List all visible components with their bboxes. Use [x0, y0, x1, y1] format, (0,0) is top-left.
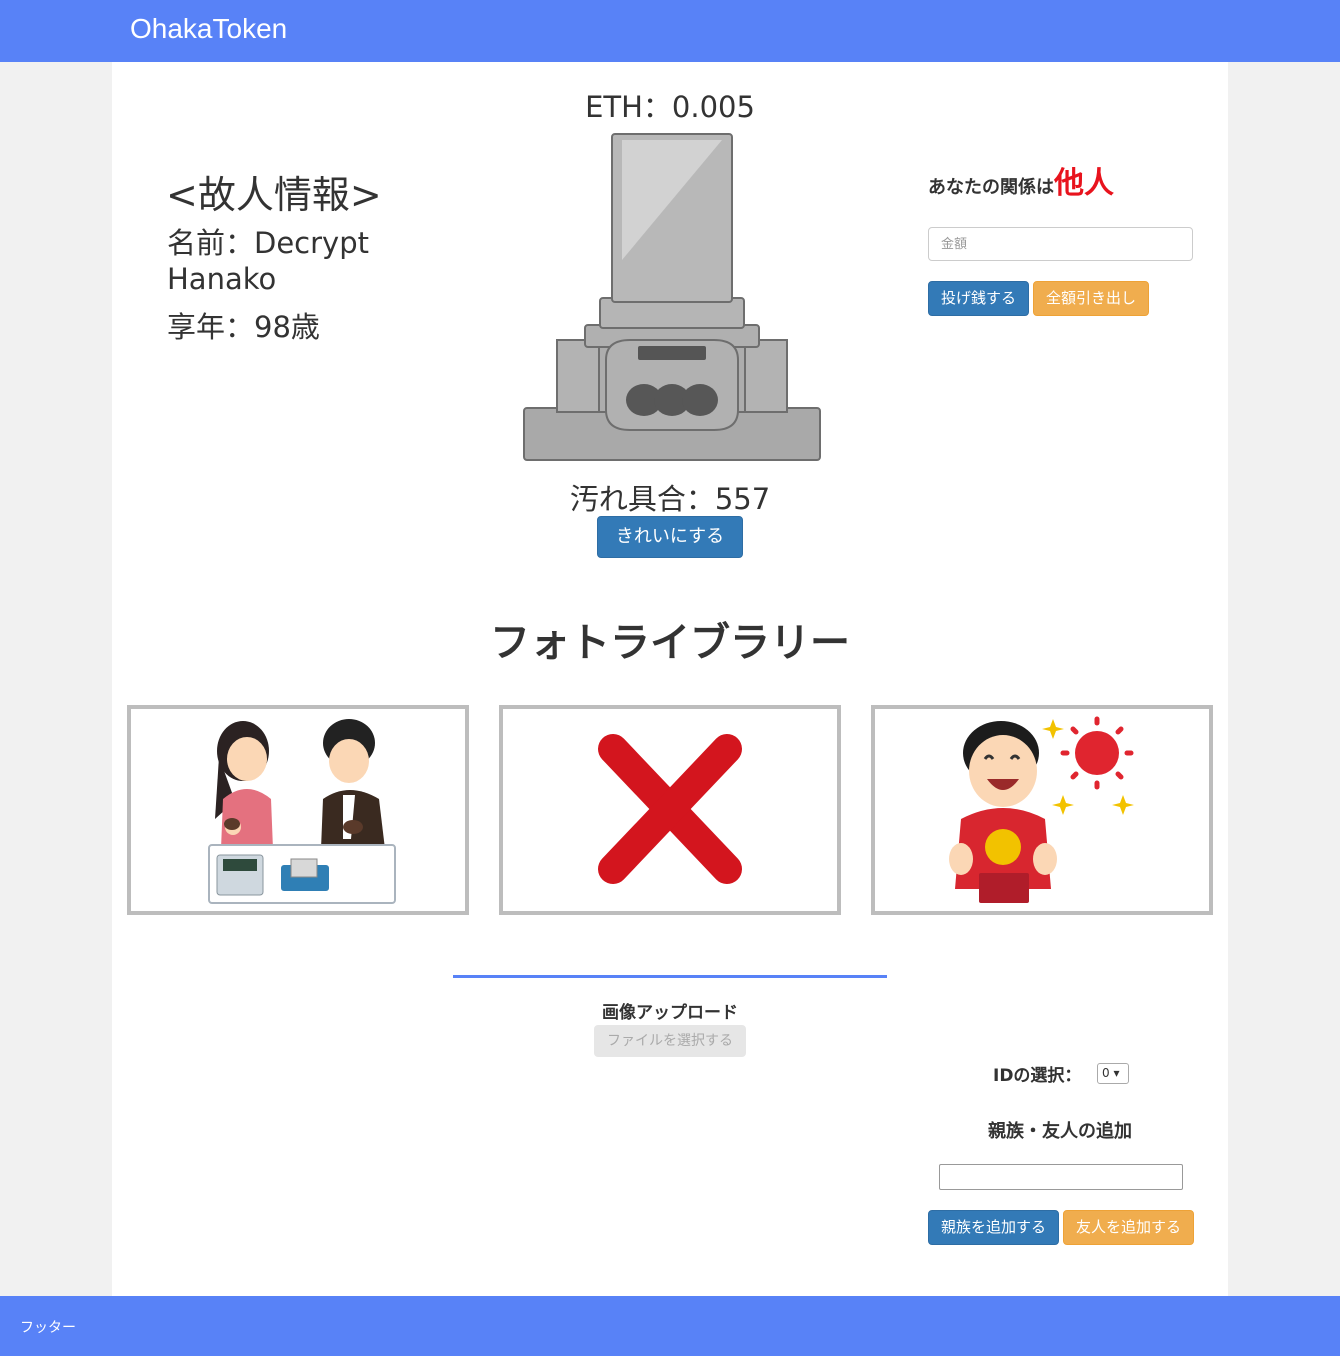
deceased-name: 名前：Decrypt [167, 226, 369, 260]
choose-file-button[interactable]: ファイルを選択する [594, 1025, 746, 1057]
add-member-label: 親族・友人の追加 [988, 1121, 1132, 1142]
relation-value: 他人 [1054, 166, 1114, 201]
deceased-name-continued: Hanako [167, 262, 277, 296]
relation-prefix: あなたの関係は [928, 177, 1054, 198]
clean-button[interactable]: きれいにする [597, 516, 743, 558]
happy-boy-with-sun-icon [949, 716, 1134, 903]
couple-at-register-icon [208, 719, 396, 904]
donate-button[interactable]: 投げ銭する [928, 281, 1029, 316]
navbar: OhakaToken [0, 0, 1340, 62]
dirtiness-level: 汚れ具合：557 [569, 482, 771, 516]
add-relative-button[interactable]: 親族を追加する [928, 1210, 1059, 1245]
section-divider [453, 975, 887, 978]
gravestone-image [523, 133, 821, 461]
eth-balance: ETH：0.005 [585, 90, 755, 124]
photo-library-title: フォトライブラリー [490, 620, 850, 666]
member-address-input[interactable] [939, 1164, 1183, 1190]
brand-logo[interactable]: OhakaToken [130, 13, 287, 45]
id-select-label: IDの選択： [993, 1066, 1082, 1086]
relation-status: あなたの関係は他人 [928, 158, 1114, 202]
photo-3[interactable] [871, 705, 1213, 915]
deceased-age: 享年：98歳 [167, 310, 320, 344]
id-select-dropdown[interactable]: 0 ▾ [1097, 1063, 1129, 1084]
photo-1[interactable] [127, 705, 469, 915]
footer-text: フッター [20, 1320, 76, 1336]
deceased-info-heading: <故人情報> [166, 173, 382, 217]
amount-input[interactable] [928, 227, 1193, 261]
withdraw-all-button[interactable]: 全額引き出し [1033, 281, 1149, 316]
image-upload-label: 画像アップロード [602, 1003, 738, 1023]
add-friend-button[interactable]: 友人を追加する [1063, 1210, 1194, 1245]
red-x-mark-icon [598, 734, 742, 884]
footer: フッター [0, 1296, 1340, 1356]
photo-2[interactable] [499, 705, 841, 915]
